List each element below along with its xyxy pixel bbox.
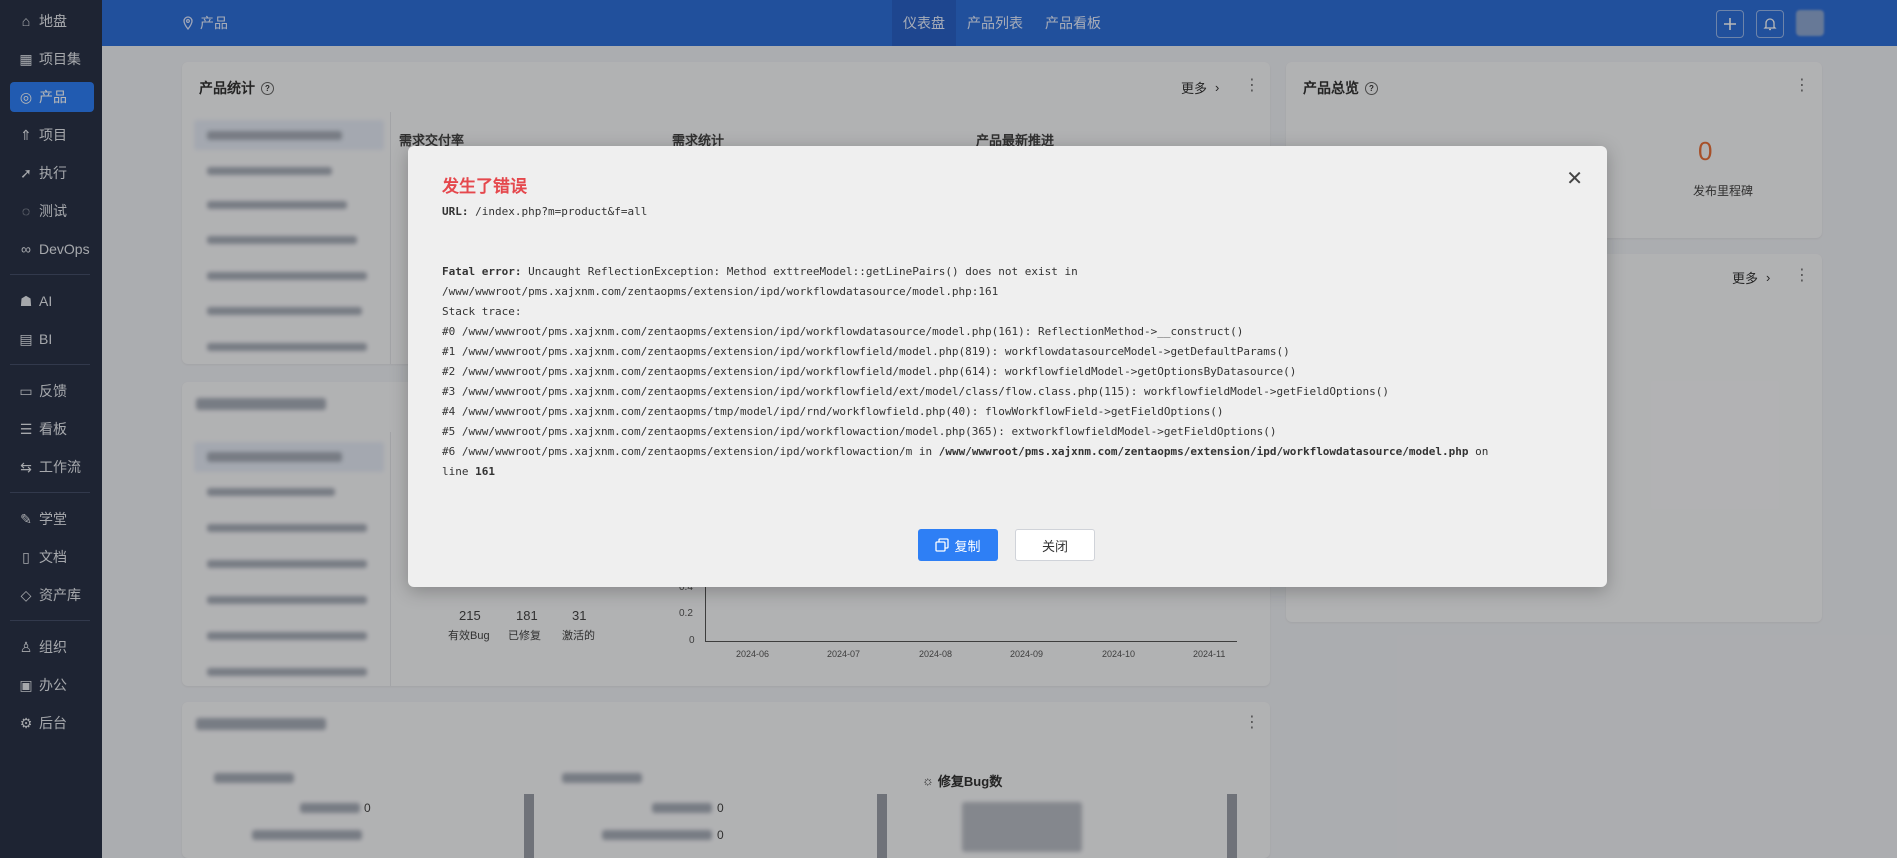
stack-line-file: /www/wwwroot/pms.xajxnm.com/zentaopms/ex… <box>938 445 1469 458</box>
stack-line-prefix: #6 /www/wwwroot/pms.xajxnm.com/zentaopms… <box>442 445 939 458</box>
fatal-path: /www/wwwroot/pms.xajxnm.com/zentaopms/ex… <box>442 285 999 298</box>
url-value: /index.php?m=product&f=all <box>475 205 648 218</box>
copy-button[interactable]: 复制 <box>918 529 998 561</box>
stack-line: #2 /www/wwwroot/pms.xajxnm.com/zentaopms… <box>442 365 1297 378</box>
dialog-title: 发生了错误 <box>442 177 527 196</box>
copy-label: 复制 <box>954 538 981 554</box>
copy-icon <box>935 538 950 552</box>
close-button[interactable]: 关闭 <box>1015 529 1095 561</box>
line-number: 161 <box>475 465 495 478</box>
fatal-label: Fatal error: <box>442 265 522 278</box>
stack-line: #5 /www/wwwroot/pms.xajxnm.com/zentaopms… <box>442 425 1277 438</box>
stack-line: #4 /www/wwwroot/pms.xajxnm.com/zentaopms… <box>442 405 1224 418</box>
stack-label: Stack trace: <box>442 305 522 318</box>
stack-line: #1 /www/wwwroot/pms.xajxnm.com/zentaopms… <box>442 345 1290 358</box>
stack-line: #0 /www/wwwroot/pms.xajxnm.com/zentaopms… <box>442 325 1244 338</box>
stack-line: #6 /www/wwwroot/pms.xajxnm.com/zentaopms… <box>442 442 1582 462</box>
line-number-line: line 161 <box>442 462 1582 482</box>
fatal-line: Fatal error: Uncaught ReflectionExceptio… <box>442 262 1582 282</box>
close-icon[interactable]: ✕ <box>1566 166 1583 191</box>
error-details: URL: /index.php?m=product&f=all Fatal er… <box>442 202 1582 482</box>
error-dialog: 发生了错误 ✕ URL: /index.php?m=product&f=all … <box>408 146 1607 587</box>
fatal-message: Uncaught ReflectionException: Method ext… <box>528 265 1078 278</box>
line-label: line <box>442 465 476 478</box>
stack-line: #3 /www/wwwroot/pms.xajxnm.com/zentaopms… <box>442 385 1390 398</box>
url-line: URL: /index.php?m=product&f=all <box>442 202 1582 222</box>
stack-line-on: on <box>1468 445 1489 458</box>
url-label: URL: <box>442 205 469 218</box>
